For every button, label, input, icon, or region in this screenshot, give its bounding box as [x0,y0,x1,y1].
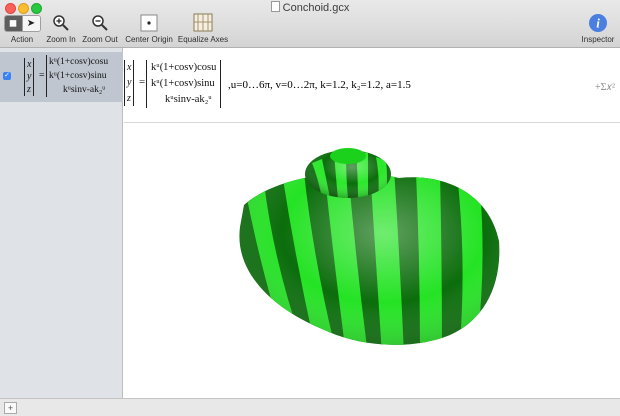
expression-vector: kᵘ(1+cosv)cosu kᵘ(1+cosv)sinu kᵘsinv-ak₂… [46,55,108,97]
zoom-in-icon [53,15,69,31]
document-icon [270,1,280,12]
action-tool[interactable]: ◼ ➤ Action [3,13,41,44]
equalize-axes-label: Equalize Axes [177,35,229,44]
inspector-button[interactable]: i Inspector [578,13,618,44]
variable-vector: x y z [24,58,35,96]
pointer-icon[interactable]: ➤ [21,15,40,31]
svg-text:i: i [596,16,600,31]
status-bar: + [0,398,620,416]
center-origin-label: Center Origin [125,35,173,44]
formula-expression-vector: kᵘ(1+cosv)cosu kᵘ(1+cosv)sinu kᵘsinv-ak₂… [146,60,222,108]
add-equation-button[interactable]: + [4,402,17,414]
visibility-checkbox[interactable]: ✓ [3,72,11,80]
equation-list: ✓ x y z = kᵘ(1+cosv)cosu kᵘ(1+cosv)sinu … [0,48,123,398]
sum-squares-icon[interactable]: +Σ𝑥² [595,82,615,93]
formula-variable-vector: x y z [124,60,135,106]
center-origin-icon [140,14,158,32]
inspector-label: Inspector [581,35,615,44]
camera-icon[interactable]: ◼ [4,15,22,31]
info-icon: i [589,14,607,32]
zoom-in-button[interactable]: Zoom In [44,13,78,44]
equation-list-item[interactable]: ✓ x y z = kᵘ(1+cosv)cosu kᵘ(1+cosv)sinu … [0,52,123,102]
toolbar: Conchoid.gcx ◼ ➤ Action Zoom In Zoom Out… [0,0,620,48]
zoom-out-label: Zoom Out [82,35,118,44]
conchoid-surface-plot[interactable] [124,123,620,398]
surface-apex [330,148,366,164]
center-origin-button[interactable]: Center Origin [122,13,176,44]
graph-canvas[interactable] [124,123,620,398]
action-segmented-control[interactable]: ◼ ➤ [3,14,41,32]
action-label: Action [10,35,34,44]
equalize-axes-icon [193,13,213,32]
parameter-ranges: ,u=0…6π, v=0…2π, k=1.2, k₂=1.2, a=1.5 [228,79,411,91]
zoom-in-label: Zoom In [46,35,76,44]
equalize-axes-button[interactable]: Equalize Axes [176,13,230,44]
zoom-out-button[interactable]: Zoom Out [80,13,120,44]
zoom-out-icon [92,15,108,31]
